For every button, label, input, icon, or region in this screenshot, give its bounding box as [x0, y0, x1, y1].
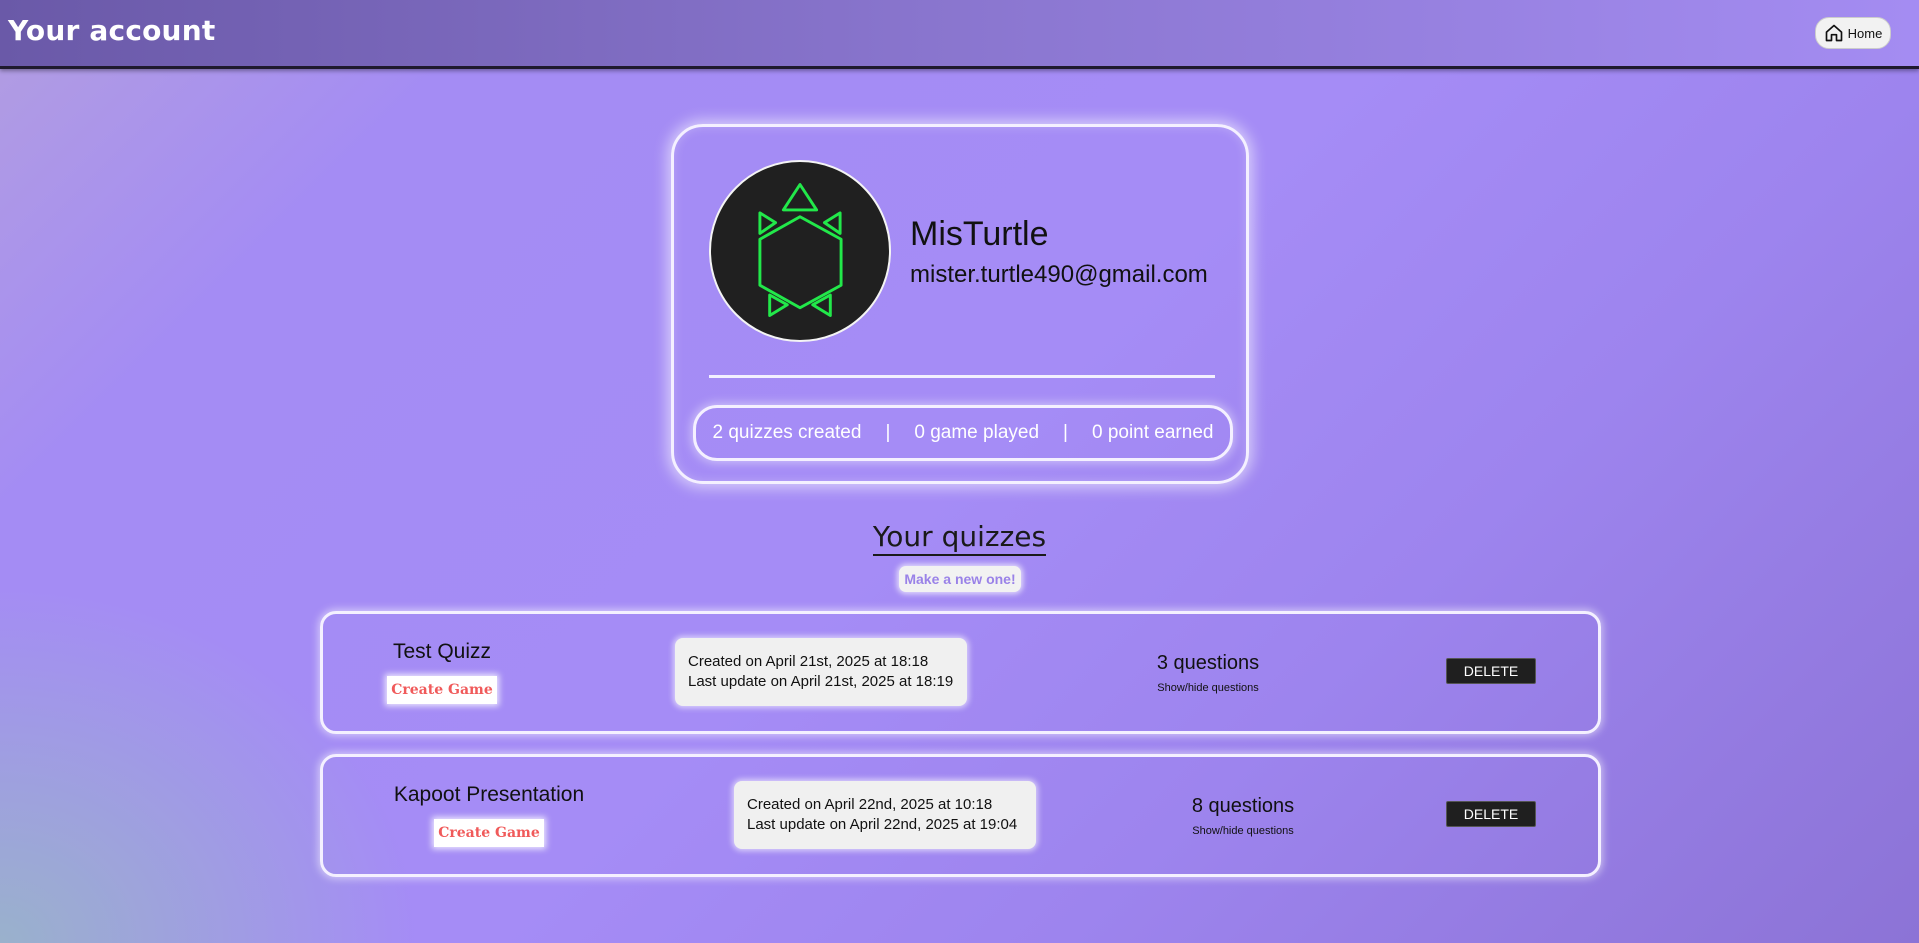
games-played-stat: 0 game played — [914, 422, 1040, 443]
toggle-questions-link[interactable]: Show/hide questions — [1192, 825, 1294, 837]
stats-bar: 2 quizzes created | 0 game played | 0 po… — [693, 405, 1233, 461]
username: MisTurtle — [910, 215, 1049, 253]
quiz-dates: Created on April 22nd, 2025 at 10:18 Las… — [734, 781, 1036, 849]
toggle-questions-link[interactable]: Show/hide questions — [1157, 682, 1259, 694]
create-game-button[interactable]: Create Game — [387, 676, 497, 704]
updated-date: Last update on April 21st, 2025 at 18:19 — [688, 673, 954, 690]
updated-date: Last update on April 22nd, 2025 at 19:04 — [747, 816, 1018, 833]
new-quiz-button[interactable]: Make a new one! — [899, 566, 1021, 592]
stats-separator: | — [885, 422, 891, 443]
quiz-card: Kapoot Presentation Create Game Created … — [320, 754, 1601, 877]
quiz-dates: Created on April 21st, 2025 at 18:18 Las… — [675, 638, 967, 706]
top-bar: Your account Home — [0, 0, 1919, 69]
page-title: Your account — [8, 14, 216, 47]
quiz-card: Test Quizz Create Game Created on April … — [320, 611, 1601, 734]
home-button[interactable]: Home — [1815, 17, 1891, 49]
profile-card: MisTurtle mister.turtle490@gmail.com 2 q… — [671, 124, 1249, 484]
create-game-button[interactable]: Create Game — [434, 819, 544, 847]
home-icon — [1825, 24, 1842, 42]
points-earned-stat: 0 point earned — [1091, 422, 1214, 443]
email: mister.turtle490@gmail.com — [910, 261, 1208, 288]
created-date: Created on April 22nd, 2025 at 10:18 — [747, 796, 993, 813]
question-count: 3 questions — [1156, 652, 1260, 674]
quizzes-heading-text: Your quizzes — [872, 520, 1047, 556]
avatar — [709, 160, 891, 342]
delete-button[interactable]: DELETE — [1446, 801, 1536, 827]
quiz-name: Test Quizz — [392, 640, 492, 663]
quizzes-heading: Your quizzes — [0, 520, 1919, 556]
turtle-icon — [758, 183, 843, 318]
quizzes-created-stat: 2 quizzes created — [712, 422, 862, 443]
quiz-name: Kapoot Presentation — [393, 783, 585, 806]
stats-separator: | — [1063, 422, 1068, 443]
divider — [709, 375, 1215, 378]
question-count: 8 questions — [1191, 795, 1295, 817]
delete-button[interactable]: DELETE — [1446, 658, 1536, 684]
created-date: Created on April 21st, 2025 at 18:18 — [688, 653, 929, 670]
home-button-label: Home — [1847, 25, 1883, 41]
